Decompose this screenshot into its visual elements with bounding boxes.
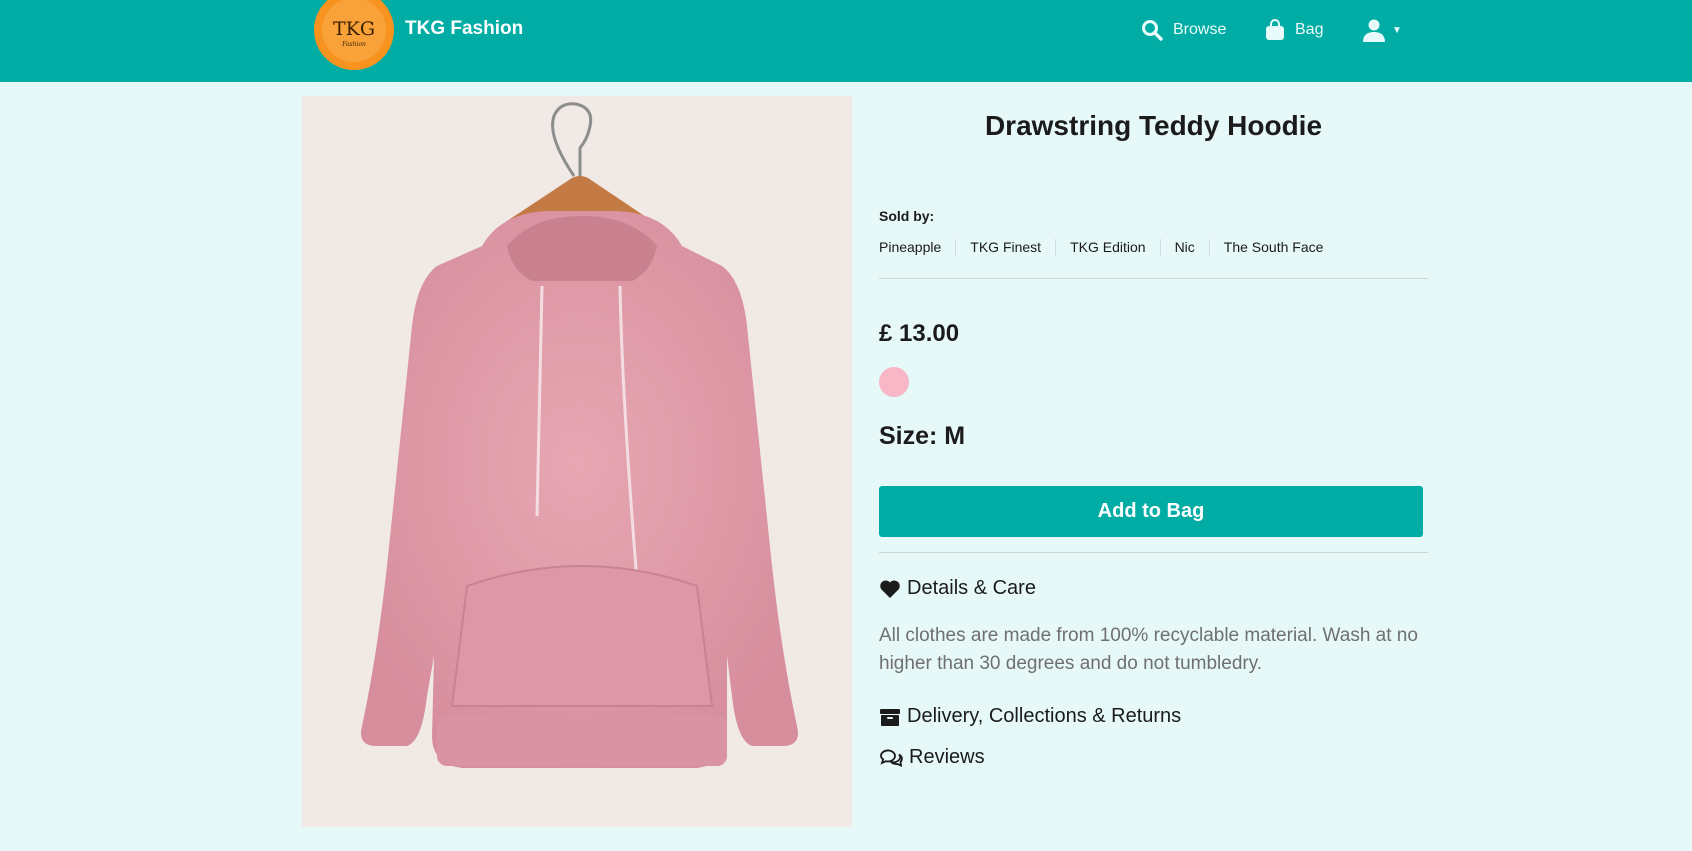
reviews-heading: Reviews — [909, 746, 985, 768]
add-to-bag-button[interactable]: Add to Bag — [879, 486, 1423, 537]
nav-bag[interactable]: Bag — [1265, 17, 1323, 43]
seller-link[interactable]: The South Face — [1208, 239, 1338, 256]
user-icon — [1363, 19, 1385, 42]
seller-link[interactable]: TKG Edition — [1055, 239, 1159, 256]
seller-list: Pineapple TKG Finest TKG Edition Nic The… — [879, 239, 1337, 256]
nav-browse-label: Browse — [1173, 21, 1227, 38]
nav-bag-label: Bag — [1295, 21, 1324, 38]
brand-name[interactable]: TKG Fashion — [405, 18, 523, 40]
divider — [879, 552, 1428, 553]
search-icon — [1142, 20, 1163, 41]
details-care-toggle[interactable]: Details & Care — [879, 577, 1036, 600]
user-menu[interactable]: ▼ — [1362, 17, 1402, 43]
delivery-toggle[interactable]: Delivery, Collections & Returns — [879, 705, 1181, 728]
nav-browse[interactable]: Browse — [1141, 17, 1226, 43]
comments-icon — [880, 749, 903, 767]
delivery-heading: Delivery, Collections & Returns — [907, 705, 1182, 727]
box-icon — [880, 708, 900, 726]
chevron-down-icon: ▼ — [1392, 24, 1402, 36]
product-title: Drawstring Teddy Hoodie — [984, 110, 1323, 141]
logo[interactable]: TKG Fashion — [314, 0, 394, 70]
divider — [879, 278, 1428, 279]
seller-link[interactable]: Nic — [1159, 239, 1209, 256]
reviews-toggle[interactable]: Reviews — [879, 746, 985, 769]
color-swatch[interactable] — [879, 367, 909, 397]
seller-link[interactable]: Pineapple — [879, 239, 955, 256]
details-care-heading: Details & Care — [907, 577, 1036, 599]
size-label: Size: M — [879, 422, 966, 450]
seller-link[interactable]: TKG Finest — [955, 239, 1055, 256]
heart-icon — [880, 579, 900, 598]
logo-subtext: Fashion — [342, 40, 366, 48]
product-price: £ 13.00 — [879, 320, 960, 347]
hoodie-illustration — [361, 102, 798, 768]
product-image — [302, 96, 852, 827]
details-text: All clothes are made from 100% recyclabl… — [879, 625, 1418, 674]
sold-by-label: Sold by: — [879, 208, 935, 224]
logo-text: TKG — [332, 17, 376, 40]
bag-icon — [1266, 19, 1284, 40]
top-navbar: TKG Fashion TKG Fashion Browse Bag ▼ — [0, 0, 1692, 82]
